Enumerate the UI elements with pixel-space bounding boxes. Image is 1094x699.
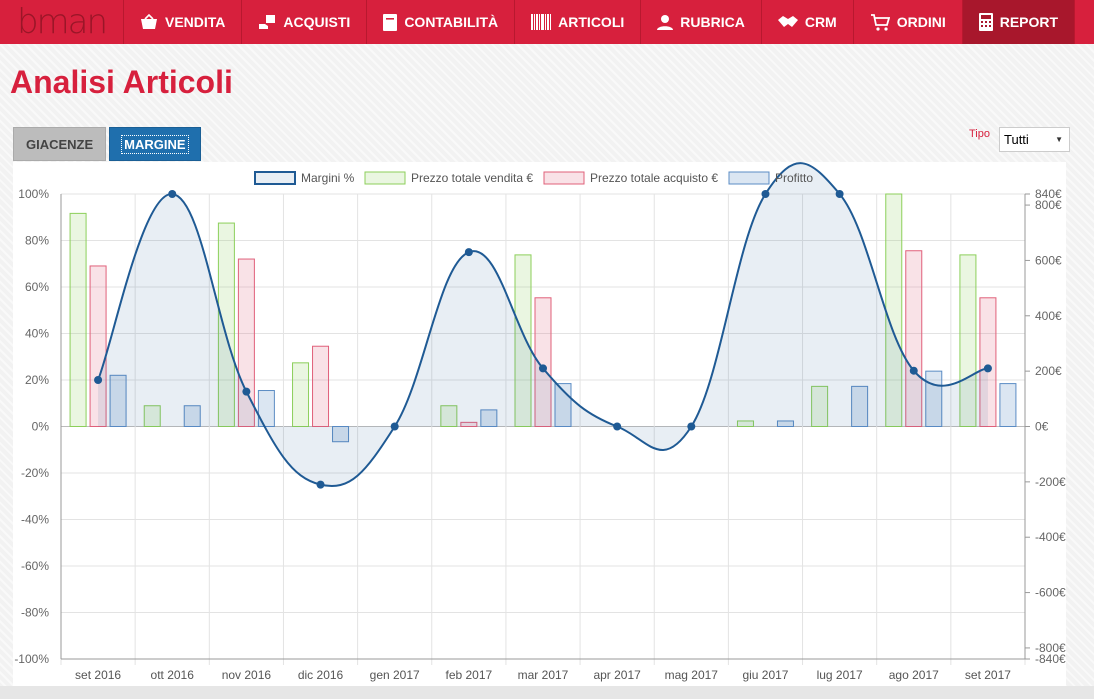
- nav-item-articoli[interactable]: ARTICOLI: [515, 0, 642, 44]
- tipo-select-value: Tutti: [1004, 132, 1029, 147]
- x-tick-label: gen 2017: [370, 668, 420, 682]
- bar-acquisto: [312, 345, 330, 428]
- x-tick-label: feb 2017: [445, 668, 492, 682]
- logo-text: bman: [16, 2, 108, 42]
- nav-item-acquisti[interactable]: ACQUISTI: [242, 0, 368, 44]
- tab-giacenze[interactable]: GIACENZE: [13, 127, 107, 161]
- nav-item-contabilit[interactable]: CONTABILITÀ: [367, 0, 516, 44]
- nav-item-rubrica[interactable]: RUBRICA: [641, 0, 762, 44]
- basket-icon: [140, 14, 158, 30]
- y-left-tick-label: -80%: [21, 606, 49, 620]
- legend-swatch: [543, 171, 585, 185]
- legend-label: Prezzo totale vendita €: [411, 171, 533, 185]
- tab-margine-label: MARGINE: [121, 135, 189, 154]
- nav-item-label: REPORT: [999, 14, 1059, 30]
- legend-label: Prezzo totale acquisto €: [590, 171, 718, 185]
- y-left-tick-label: -40%: [21, 513, 49, 527]
- tipo-filter-label: Tipo: [969, 128, 990, 140]
- nav-item-label: RUBRICA: [680, 14, 745, 30]
- tab-giacenze-label: GIACENZE: [26, 137, 94, 152]
- page-title: Analisi Articoli: [10, 64, 233, 100]
- margin-point: [94, 376, 103, 384]
- margin-point: [316, 480, 325, 489]
- bottom-strip: [0, 686, 1094, 699]
- y-left-tick-label: 40%: [25, 327, 49, 341]
- main-nav: VENDITA ACQUISTI CONTABILITÀ ARTICOLI RUBRIC…: [124, 0, 1076, 44]
- legend-swatch: [254, 171, 296, 185]
- y-right-tick-label: -840€: [1035, 652, 1066, 666]
- x-tick-label: ott 2016: [151, 668, 195, 682]
- document-icon: [383, 13, 398, 31]
- x-tick-label: mag 2017: [665, 668, 719, 682]
- y-left-tick-label: 100%: [18, 187, 49, 201]
- y-left-tick-label: -100%: [14, 652, 49, 666]
- tipo-select[interactable]: Tutti ▼: [999, 127, 1070, 152]
- y-right-tick-label: 600€: [1035, 253, 1062, 267]
- hand-bag-icon: [258, 14, 276, 30]
- margin-point: [242, 387, 251, 396]
- y-right-tick-label: -400€: [1035, 530, 1066, 544]
- margin-point: [613, 422, 622, 431]
- x-tick-label: lug 2017: [817, 668, 863, 682]
- user-icon: [657, 14, 674, 30]
- y-right-tick-label: 400€: [1035, 309, 1062, 323]
- legend-swatch: [728, 171, 770, 185]
- margin-point: [539, 364, 547, 373]
- nav-item-label: ARTICOLI: [558, 14, 625, 30]
- margin-chart: 100% 80% 60% 40% 20% 0% -20% -40% -60% -80% -100% 8…: [14, 162, 1066, 682]
- legend-label: Profitto: [775, 171, 813, 185]
- tab-margine[interactable]: MARGINE: [109, 127, 201, 161]
- top-navigation-bar: bman VENDITA ACQUISTI CONTABILITÀ ARTICOLI R…: [0, 0, 1094, 44]
- nav-item-crm[interactable]: CRM: [762, 0, 854, 44]
- y-left-tick-label: 80%: [25, 234, 49, 248]
- margin-point: [983, 364, 992, 373]
- nav-item-report[interactable]: REPORT: [962, 0, 1076, 44]
- legend-label: Margini %: [301, 171, 355, 185]
- bar-vendita: [292, 362, 310, 427]
- nav-item-label: CONTABILITÀ: [404, 14, 499, 30]
- chevron-down-icon: ▼: [1055, 135, 1063, 144]
- margin-point: [168, 190, 177, 198]
- nav-item-label: CRM: [804, 14, 837, 30]
- nav-item-vendita[interactable]: VENDITA: [124, 0, 243, 44]
- y-left-tick-label: -60%: [21, 559, 49, 573]
- cart-icon: [870, 13, 890, 31]
- legend-swatch: [364, 171, 406, 185]
- barcode-icon: [531, 14, 552, 30]
- y-left-tick-label: 20%: [25, 373, 49, 387]
- x-tick-label: mar 2017: [518, 668, 569, 682]
- tab-bar: GIACENZE MARGINE: [13, 127, 204, 161]
- handshake-icon: [777, 15, 798, 29]
- nav-item-label: VENDITA: [165, 14, 226, 30]
- y-right-tick-label: -200€: [1035, 475, 1066, 489]
- nav-item-label: ORDINI: [896, 14, 946, 30]
- nav-item-label: ACQUISTI: [283, 14, 351, 30]
- y-left-tick-label: 0%: [32, 420, 50, 434]
- x-tick-label: set 2017: [965, 668, 1011, 682]
- y-left-tick-label: 60%: [25, 280, 49, 294]
- margin-point: [464, 248, 473, 257]
- x-tick-label: dic 2016: [298, 668, 344, 682]
- bar-vendita: [69, 212, 87, 427]
- app-logo[interactable]: bman: [0, 0, 124, 44]
- x-tick-label: nov 2016: [222, 668, 272, 682]
- y-right-tick-label: 800€: [1035, 198, 1062, 212]
- x-tick-label: apr 2017: [593, 668, 641, 682]
- margin-point: [835, 190, 844, 198]
- y-left-tick-label: -20%: [21, 466, 49, 480]
- y-right-tick-label: -600€: [1035, 586, 1066, 600]
- calculator-icon: [978, 13, 993, 31]
- x-tick-label: ago 2017: [889, 668, 939, 682]
- x-tick-label: set 2016: [75, 668, 121, 682]
- bar-profitto: [999, 383, 1017, 428]
- nav-item-ordini[interactable]: ORDINI: [854, 0, 963, 44]
- x-tick-label: giu 2017: [742, 668, 788, 682]
- margin-point: [761, 190, 770, 198]
- margin-point: [687, 422, 696, 431]
- chart-panel: 100% 80% 60% 40% 20% 0% -20% -40% -60% -80% -100% 8…: [13, 162, 1066, 686]
- y-right-tick-label: 200€: [1035, 364, 1062, 378]
- margin-point: [390, 422, 399, 431]
- y-right-tick-label: 0€: [1035, 420, 1049, 434]
- margin-point: [909, 366, 918, 375]
